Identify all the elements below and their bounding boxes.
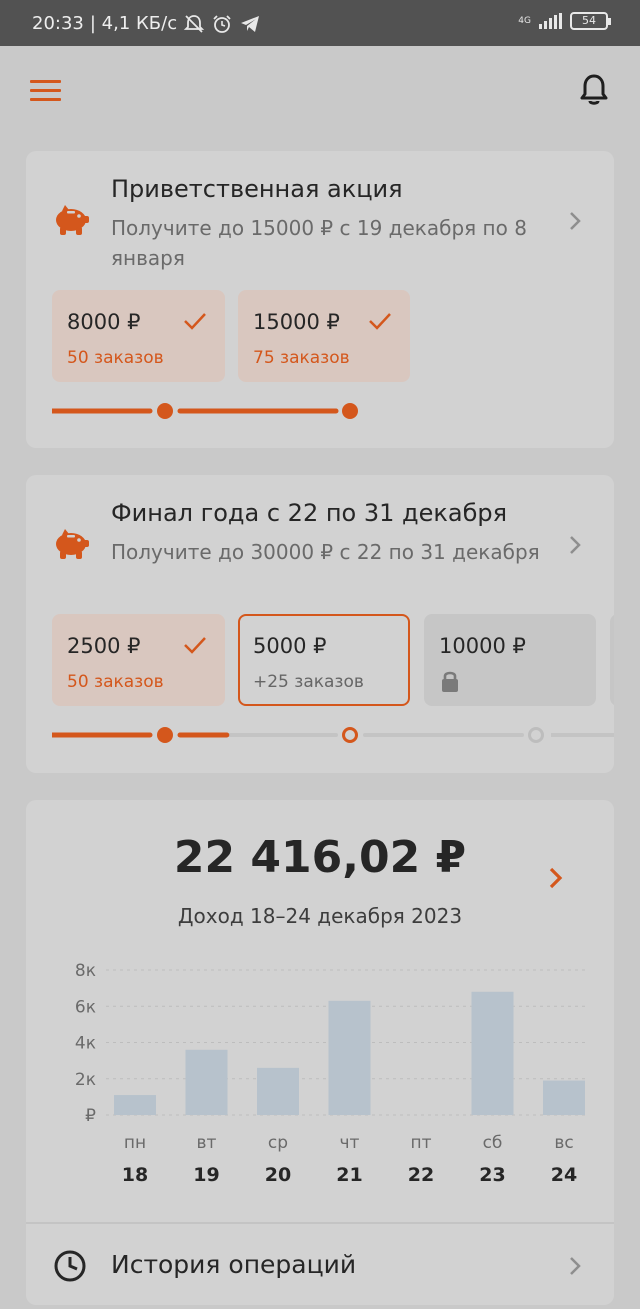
promo-tier-locked[interactable]: 10000 ₽ [424,614,596,706]
tier-amount: 15000 ₽ [253,310,340,334]
chevron-right-icon[interactable] [568,534,582,556]
x-tick-day: пт [410,1133,431,1153]
x-tick-day: ср [268,1133,288,1153]
promo-title: Приветственная акция [111,175,403,203]
promo-tier-current[interactable]: 5000 ₽ +25 заказов [238,614,410,706]
x-tick-day: вт [197,1133,217,1153]
app-bar [0,46,640,136]
bell-icon[interactable] [577,72,611,108]
x-tick-date: 20 [265,1164,291,1186]
battery-level: 54 [582,14,596,27]
promo-title: Финал года с 22 по 31 декабря [111,499,508,527]
y-tick-label: 2к [75,1070,96,1090]
x-tick-date: 18 [122,1164,148,1186]
check-icon [369,313,391,330]
telegram-icon [241,15,260,32]
promo-tier[interactable]: 2500 ₽ 50 заказов [52,614,225,706]
promo-tier[interactable]: 8000 ₽ 50 заказов [52,290,225,382]
tier-orders: +25 заказов [253,672,364,692]
piggy-bank-icon [56,205,89,235]
piggy-bank-icon [56,529,89,559]
check-icon [184,637,206,654]
x-tick-day: чт [340,1133,360,1153]
chart-bar[interactable] [328,1000,371,1115]
chart-bar[interactable] [543,1080,585,1115]
divider [26,1222,614,1224]
promo-progress [52,727,614,743]
x-tick-day: вс [554,1133,573,1153]
alarm-icon [213,14,231,33]
x-tick-day: пн [124,1133,146,1153]
chevron-right-icon[interactable] [548,866,564,890]
chart-bar[interactable] [257,1067,299,1115]
signal-icon [539,13,562,29]
x-tick-date: 19 [193,1164,219,1186]
x-tick-date: 22 [408,1164,434,1186]
promo-card-year-final[interactable]: Финал года с 22 по 31 декабря Получите д… [26,475,614,773]
tier-orders: 75 заказов [253,348,350,368]
battery-icon: 54 [570,12,611,30]
x-tick-day: сб [483,1133,503,1153]
y-tick-label: 6к [75,997,96,1017]
tier-orders: 50 заказов [67,672,164,692]
y-tick-label: 8к [75,961,96,981]
network-type: 4G [518,16,531,26]
x-tick-date: 24 [551,1164,577,1186]
muted-bell-icon [183,14,205,33]
check-icon [184,313,206,330]
income-period: Доход 18–24 декабря 2023 [177,904,463,928]
lock-icon [442,671,458,692]
promo-description: Получите до 30000 ₽ с 22 по 31 декабря [111,540,540,564]
tier-amount: 8000 ₽ [67,310,141,334]
y-tick-label: 4к [75,1034,96,1054]
x-tick-date: 23 [479,1164,505,1186]
chevron-right-icon[interactable] [568,210,582,232]
status-speed: | 4,1 КБ/с [89,13,178,34]
status-bar: 20:33 | 4,1 КБ/с 4G 54 [0,0,640,46]
chart-bar[interactable] [185,1049,228,1115]
history-link[interactable]: История операций [111,1250,356,1279]
promo-tier-locked[interactable] [610,614,614,706]
promo-description: Получите до 15000 ₽ с 19 декабря по 8 ян… [111,216,527,270]
status-time: 20:33 [32,13,84,34]
promo-tier[interactable]: 15000 ₽ 75 заказов [238,290,410,382]
tier-amount: 5000 ₽ [253,634,327,658]
income-card: 22 416,02 ₽ Доход 18–24 декабря 2023 ₽2к… [26,800,614,1305]
y-tick-label: ₽ [85,1106,96,1126]
income-chart: ₽2к 4к 6к 8к пн 18 вт 19 ср 20 чт 21 пт 22 сб 23 вс 24 [75,961,588,1186]
chevron-right-icon[interactable] [568,1255,582,1277]
tier-amount: 2500 ₽ [67,634,141,658]
chart-bar[interactable] [471,991,514,1115]
hamburger-icon[interactable] [30,80,61,102]
chart-bar[interactable] [114,1095,156,1115]
promo-card-welcome[interactable]: Приветственная акция Получите до 15000 ₽… [26,151,614,448]
income-total: 22 416,02 ₽ [173,832,467,883]
promo-progress [52,403,358,419]
x-tick-date: 21 [336,1164,362,1186]
tier-orders: 50 заказов [67,348,164,368]
tier-amount: 10000 ₽ [439,634,526,658]
clock-icon [54,1250,86,1282]
